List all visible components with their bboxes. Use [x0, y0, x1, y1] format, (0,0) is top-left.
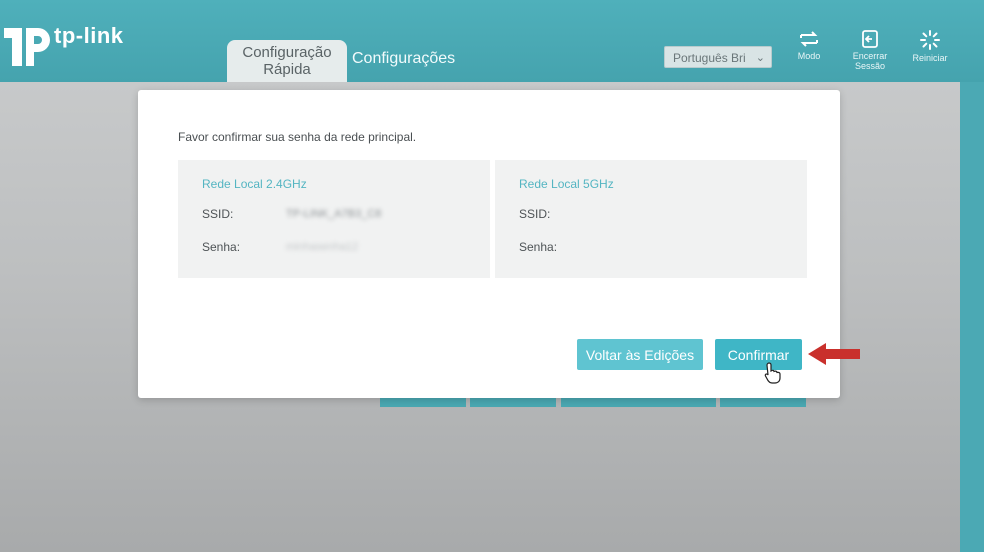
tab-quick-setup-label-line1: Configuração — [242, 44, 332, 61]
red-arrow-annotation — [808, 343, 860, 365]
network-5ghz-title: Rede Local 5GHz — [519, 177, 614, 191]
logo-text: tp-link — [54, 23, 124, 48]
password-value-2-4ghz: minhasenha12 — [286, 241, 359, 253]
network-2-4ghz-title: Rede Local 2.4GHz — [202, 177, 307, 191]
dialog-message: Favor confirmar sua senha da rede princi… — [178, 130, 417, 144]
logout-icon — [862, 30, 878, 48]
back-to-edit-button[interactable]: Voltar às Edições — [577, 339, 703, 370]
mode-switch-icon — [800, 31, 818, 47]
background-button-4 — [720, 397, 806, 407]
background-button-2 — [470, 397, 556, 407]
tab-quick-setup[interactable]: Configuração Rápida — [227, 40, 347, 82]
ssid-value-2-4ghz: TP-LINK_A7B3_C8 — [286, 208, 382, 220]
password-label-2-4ghz: Senha: — [202, 240, 241, 254]
top-navigation-bar: tp-link Configuração Rápida Configuraçõe… — [0, 0, 984, 82]
mode-label: Modo — [797, 51, 821, 61]
mode-button[interactable]: Modo — [784, 30, 834, 61]
tab-quick-setup-label-line2: Rápida — [263, 61, 311, 78]
tp-link-logo[interactable]: tp-link — [0, 18, 124, 68]
ssid-label-2-4ghz: SSID: — [202, 207, 234, 221]
language-select-value: Português Bri — [673, 51, 746, 65]
confirm-password-dialog: Favor confirmar sua senha da rede princi… — [138, 90, 840, 398]
reboot-button[interactable]: Reiniciar — [905, 30, 955, 63]
reboot-spinner-icon — [920, 30, 940, 50]
tp-link-logo-icon — [4, 28, 50, 66]
tab-settings[interactable]: Configurações — [352, 50, 455, 68]
chevron-down-icon: ⌄ — [755, 52, 765, 64]
logout-button[interactable]: Encerrar Sessão — [845, 30, 895, 71]
network-panel-5ghz: Rede Local 5GHz SSID: Senha: — [495, 160, 807, 278]
background-button-3 — [561, 397, 716, 407]
language-select[interactable]: Português Bri ⌄ — [664, 46, 772, 68]
logout-label-line2: Sessão — [854, 61, 886, 71]
ssid-label-5ghz: SSID: — [519, 207, 551, 221]
page-right-edge — [960, 82, 984, 552]
background-button-1 — [380, 397, 466, 407]
reboot-label: Reiniciar — [912, 53, 948, 63]
confirm-button[interactable]: Confirmar — [715, 339, 802, 370]
hand-cursor-icon — [764, 362, 781, 384]
logout-label-line1: Encerrar — [852, 51, 888, 61]
network-panel-2-4ghz: Rede Local 2.4GHz SSID: TP-LINK_A7B3_C8 … — [178, 160, 490, 278]
password-label-5ghz: Senha: — [519, 240, 558, 254]
